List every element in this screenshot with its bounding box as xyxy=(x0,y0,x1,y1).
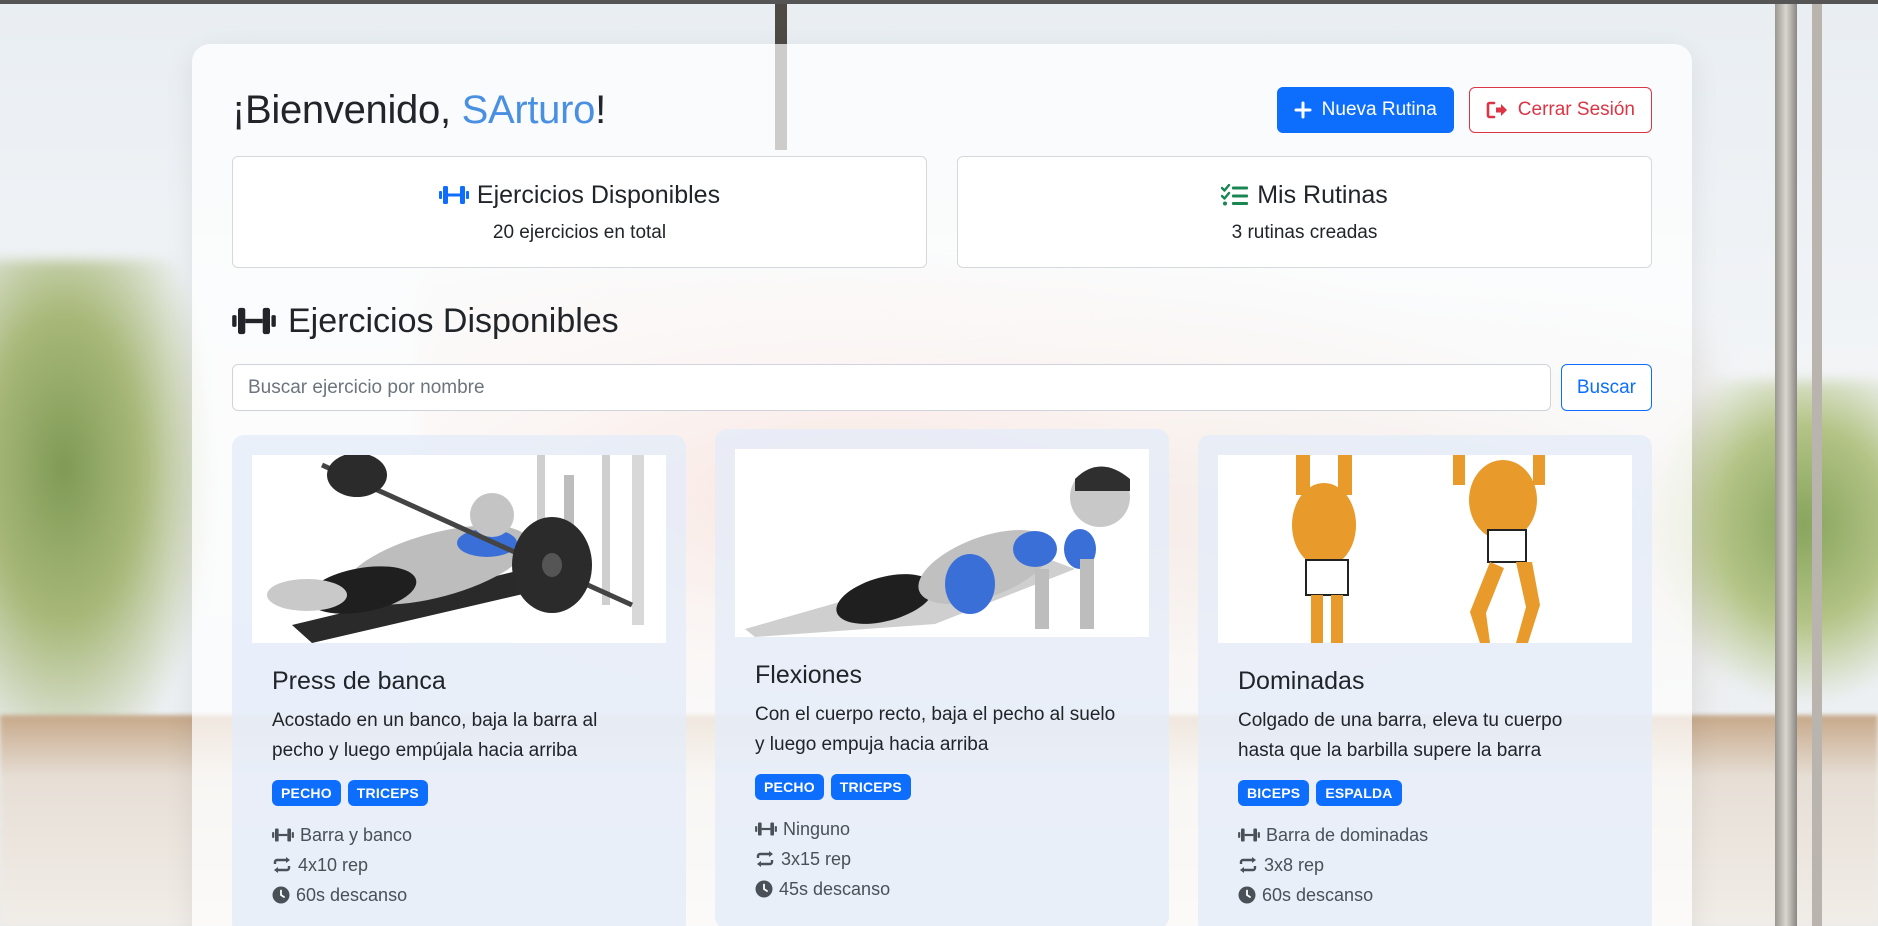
rest-text: 60s descanso xyxy=(1262,884,1374,905)
greeting-text: ¡Bienvenido, xyxy=(232,87,462,132)
dumbbell-icon xyxy=(272,828,294,842)
stat-card-exercises: Ejercicios Disponibles 20 ejercicios en … xyxy=(232,156,927,268)
search-row: Buscar xyxy=(232,364,1652,411)
sets-row: 4x10 rep xyxy=(272,850,646,880)
muscle-tags: PECHO TRICEPS xyxy=(755,774,1129,800)
exercise-meta: Barra y banco 4x10 rep 60s descanso xyxy=(272,820,646,910)
exercise-grid: Press de banca Acostado en un banco, baj… xyxy=(232,429,1652,926)
header-actions: Nueva Rutina Cerrar Sesión xyxy=(1276,87,1652,133)
exercise-meta: Barra de dominadas 3x8 rep 60s descanso xyxy=(1238,820,1612,910)
exercise-title: Flexiones xyxy=(755,661,862,689)
section-title-label: Ejercicios Disponibles xyxy=(288,301,619,340)
greeting-end: ! xyxy=(595,87,606,132)
clock-icon xyxy=(755,880,773,898)
main-panel: ¡Bienvenido, SArturo! Nueva Rutina Cerra… xyxy=(192,44,1692,926)
card-body: Press de banca Acostado en un banco, baj… xyxy=(252,643,666,910)
equipment-row: Ninguno xyxy=(755,814,1129,844)
muscle-badge: TRICEPS xyxy=(830,774,911,800)
exercise-description: Colgado de una barra, eleva tu cuerpo ha… xyxy=(1238,710,1563,761)
sets-row: 3x15 rep xyxy=(755,844,1129,874)
exercise-meta: Ninguno 3x15 rep 45s descanso xyxy=(755,814,1129,904)
stat-title-exercises: Ejercicios Disponibles xyxy=(438,180,721,210)
muscle-badge: PECHO xyxy=(755,774,824,800)
stat-subtitle: 20 ejercicios en total xyxy=(492,221,667,243)
repeat-icon xyxy=(273,857,291,873)
stat-card-routines: Mis Rutinas 3 rutinas creadas xyxy=(957,156,1652,268)
card-body: Flexiones Con el cuerpo recto, baja el p… xyxy=(735,637,1149,904)
repeat-icon xyxy=(756,851,774,867)
new-routine-label: Nueva Rutina xyxy=(1321,99,1437,120)
dumbbell-icon xyxy=(232,307,276,335)
repeat-icon xyxy=(1239,857,1257,873)
logout-button[interactable]: Cerrar Sesión xyxy=(1468,87,1652,133)
exercise-image xyxy=(1218,455,1632,643)
rest-row: 45s descanso xyxy=(755,874,1129,904)
header: ¡Bienvenido, SArturo! Nueva Rutina Cerra… xyxy=(232,80,1652,140)
sets-text: 3x15 rep xyxy=(781,848,852,869)
sets-row: 3x8 rep xyxy=(1238,850,1612,880)
exercise-description: Acostado en un banco, baja la barra al p… xyxy=(272,710,598,761)
equipment-text: Barra y banco xyxy=(300,824,413,845)
list-check-icon xyxy=(1221,184,1249,206)
exercise-card[interactable]: Flexiones Con el cuerpo recto, baja el p… xyxy=(715,429,1169,926)
equipment-row: Barra de dominadas xyxy=(1238,820,1612,850)
welcome-heading: ¡Bienvenido, SArturo! xyxy=(232,88,606,133)
exercise-image xyxy=(735,449,1149,637)
username: SArturo xyxy=(461,87,596,132)
clock-icon xyxy=(272,886,290,904)
equipment-row: Barra y banco xyxy=(272,820,646,850)
equipment-text: Barra de dominadas xyxy=(1266,824,1429,845)
search-input[interactable] xyxy=(232,364,1551,411)
muscle-badge: TRICEPS xyxy=(347,780,428,806)
rest-row: 60s descanso xyxy=(1238,880,1612,910)
exercise-card[interactable]: Press de banca Acostado en un banco, baj… xyxy=(232,435,686,926)
rest-text: 60s descanso xyxy=(296,884,408,905)
exercise-description: Con el cuerpo recto, baja el pecho al su… xyxy=(755,704,1116,755)
exercise-title: Dominadas xyxy=(1238,667,1365,695)
card-body: Dominadas Colgado de una barra, eleva tu… xyxy=(1218,643,1632,910)
stat-subtitle: 3 rutinas creadas xyxy=(1231,221,1378,243)
stat-title-label: Ejercicios Disponibles xyxy=(476,180,721,209)
muscle-badge: BICEPS xyxy=(1238,780,1310,806)
sets-text: 4x10 rep xyxy=(298,854,369,875)
equipment-text: Ninguno xyxy=(783,818,851,839)
exercise-title: Press de banca xyxy=(272,667,446,695)
muscle-badge: ESPALDA xyxy=(1316,780,1402,806)
section-title: Ejercicios Disponibles xyxy=(232,298,1652,344)
dumbbell-icon xyxy=(438,186,469,204)
search-button[interactable]: Buscar xyxy=(1560,364,1652,411)
sets-text: 3x8 rep xyxy=(1264,854,1325,875)
dumbbell-icon xyxy=(755,822,777,836)
exercise-card[interactable]: Dominadas Colgado de una barra, eleva tu… xyxy=(1198,435,1652,926)
muscle-tags: BICEPS ESPALDA xyxy=(1238,780,1612,806)
rest-row: 60s descanso xyxy=(272,880,646,910)
stats-row: Ejercicios Disponibles 20 ejercicios en … xyxy=(232,156,1652,268)
logout-label: Cerrar Sesión xyxy=(1517,99,1635,120)
clock-icon xyxy=(1238,886,1256,904)
muscle-tags: PECHO TRICEPS xyxy=(272,780,646,806)
muscle-badge: PECHO xyxy=(272,780,341,806)
new-routine-button[interactable]: Nueva Rutina xyxy=(1276,87,1454,133)
dumbbell-icon xyxy=(1238,828,1260,842)
rest-text: 45s descanso xyxy=(779,878,891,899)
stat-title-routines: Mis Rutinas xyxy=(1221,181,1388,210)
exercise-image xyxy=(252,455,666,643)
plus-icon xyxy=(1294,101,1312,119)
stat-title-label: Mis Rutinas xyxy=(1257,180,1388,209)
sign-out-icon xyxy=(1486,101,1507,119)
